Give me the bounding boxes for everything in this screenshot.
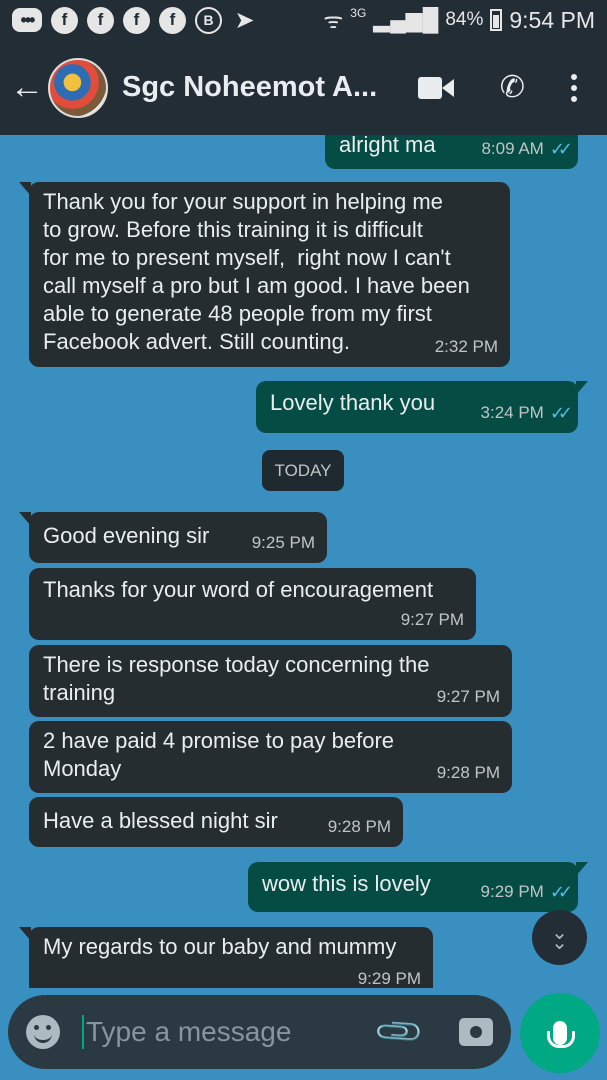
chat-header: ← Sgc Noheemot A... ✆ — [0, 40, 607, 135]
more-options-icon[interactable] — [571, 73, 577, 102]
camera-icon[interactable] — [459, 1018, 493, 1046]
message-meta: 9:29 PM ✓✓ — [480, 878, 574, 906]
notification-icons: ••• f f f f B ➤ — [12, 6, 258, 34]
message-outgoing[interactable]: wow this is lovely 9:29 PM ✓✓ — [248, 862, 588, 912]
facebook-icon: f — [87, 6, 114, 34]
message-text: 2 have paid 4 promise to pay before Mond… — [43, 728, 395, 781]
signal-icon: ▂▄▆█ — [373, 7, 439, 32]
read-ticks-icon: ✓✓ — [549, 139, 573, 159]
chat-icon: ••• — [12, 8, 42, 32]
message-outgoing[interactable]: Lovely thank you 3:24 PM ✓✓ — [256, 381, 588, 433]
phone-call-icon[interactable]: ✆ — [500, 70, 525, 105]
date-separator: TODAY — [262, 450, 344, 491]
message-meta: 9:28 PM — [328, 813, 391, 841]
message-time: 9:27 PM — [400, 610, 464, 629]
message-input-box: 📎 — [8, 995, 511, 1069]
facebook-icon: f — [159, 6, 186, 34]
message-text: Thanks for your word of encouragement — [43, 577, 434, 602]
message-incoming[interactable]: Thanks for your word of encouragement 9:… — [29, 568, 476, 640]
facebook-icon: f — [51, 6, 78, 34]
message-text: There is response today concerning the t… — [43, 652, 430, 705]
scroll-to-bottom-button[interactable]: ⌄ ⌄ — [532, 910, 587, 965]
system-status: ᯤ 3G ▂▄▆█ 84% 9:54 PM — [323, 5, 595, 35]
mic-icon — [547, 1021, 575, 1048]
message-meta: 9:27 PM — [401, 606, 464, 634]
message-incoming[interactable]: Thank you for your support in helping me… — [19, 182, 510, 367]
double-chevron-down-icon: ⌄ ⌄ — [551, 921, 568, 954]
header-actions: ✆ — [417, 70, 597, 105]
message-incoming[interactable]: There is response today concerning the t… — [29, 645, 512, 717]
attachment-icon[interactable]: 📎 — [372, 1004, 427, 1059]
message-text: Thank you for your support in helping me… — [43, 189, 470, 354]
message-time: 9:29 PM — [357, 969, 421, 988]
message-time: 9:25 PM — [251, 533, 315, 552]
message-meta: 3:24 PM ✓✓ — [480, 399, 574, 427]
message-list[interactable]: alright ma 8:09 AM ✓✓ Thank you for your… — [0, 135, 607, 988]
telegram-icon: ➤ — [234, 6, 255, 34]
message-incoming[interactable]: 2 have paid 4 promise to pay before Mond… — [29, 721, 512, 793]
avatar[interactable] — [48, 57, 108, 118]
message-incoming[interactable]: Have a blessed night sir 9:28 PM — [29, 797, 403, 847]
facebook-icon: f — [123, 6, 150, 34]
composer: 📎 — [0, 988, 607, 1080]
message-time: 9:28 PM — [327, 817, 391, 836]
text-cursor — [82, 1015, 84, 1049]
message-meta: 9:28 PM — [437, 759, 500, 787]
message-meta: 9:29 PM — [358, 965, 421, 988]
message-time: 2:32 PM — [434, 337, 498, 356]
battery-percent: 84% — [445, 9, 484, 30]
message-meta: 2:32 PM — [435, 333, 498, 361]
video-call-icon[interactable] — [417, 76, 454, 99]
message-incoming[interactable]: My regards to our baby and mummy 9:29 PM — [19, 927, 433, 988]
status-bar: ••• f f f f B ➤ ᯤ 3G ▂▄▆█ 84% 9:54 PM — [0, 0, 607, 40]
message-time: 8:09 AM — [481, 139, 544, 158]
b-icon: B — [195, 6, 222, 34]
back-arrow-icon[interactable]: ← — [10, 68, 46, 107]
message-time: 9:27 PM — [436, 687, 500, 706]
message-input[interactable] — [86, 1016, 366, 1048]
read-ticks-icon: ✓✓ — [549, 403, 573, 423]
message-time: 9:28 PM — [436, 763, 500, 782]
mic-button[interactable] — [520, 993, 600, 1073]
network-type: 3G — [350, 6, 367, 20]
clock: 9:54 PM — [509, 6, 595, 33]
chat-title[interactable]: Sgc Noheemot A... — [122, 71, 382, 104]
message-incoming[interactable]: Good evening sir 9:25 PM — [19, 512, 327, 563]
message-outgoing[interactable]: alright ma 8:09 AM ✓✓ — [325, 135, 578, 169]
message-time: 9:29 PM — [480, 882, 544, 901]
message-meta: 9:27 PM — [437, 683, 500, 711]
message-meta: 8:09 AM ✓✓ — [481, 135, 573, 163]
wifi-icon: ᯤ — [323, 8, 344, 33]
message-text: My regards to our baby and mummy — [43, 934, 397, 959]
emoji-icon[interactable] — [26, 1015, 60, 1049]
message-time: 3:24 PM — [480, 403, 544, 422]
message-meta: 9:25 PM — [252, 529, 315, 557]
battery-icon — [490, 9, 503, 31]
read-ticks-icon: ✓✓ — [549, 882, 573, 902]
